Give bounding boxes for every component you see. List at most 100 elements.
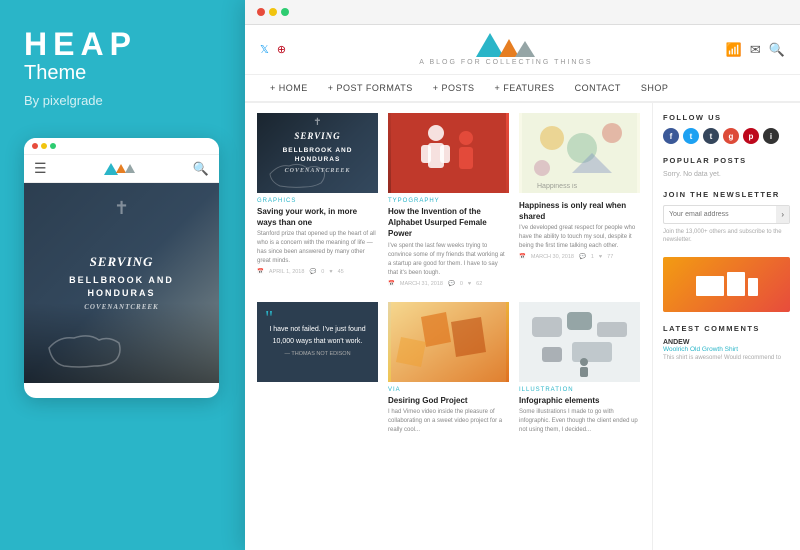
comment-icon: 💬 [309,269,316,275]
mobile-hero-text: Serving BELLBROOK AND HONDURAS CovenantC… [61,245,182,321]
blog-main: ✝ Serving BELLBROOK AND HONDURAS Covenan… [245,103,652,550]
blog-sidebar: FOLLOW US f t t g p i POPULAR POSTS Sorr… [652,103,800,550]
instagram-icon[interactable]: i [763,128,779,144]
mobile-dot-green [50,143,56,149]
nav-home[interactable]: + HOME [260,75,318,101]
post-image-happiness: Happiness is [519,113,640,193]
no-popular-posts: Sorry. No data yet. [663,171,790,178]
cross-icon: ✝ [313,117,321,128]
pinterest-icon[interactable]: p [743,128,759,144]
list-item: ANDEW Woolrich Old Growth Shirt This shi… [663,339,790,362]
sidebar-latest-comments: LATEST COMMENTS ANDEW Woolrich Old Growt… [663,324,790,362]
newsletter-submit-button[interactable]: › [776,206,789,223]
search-icon[interactable]: 🔍 [769,42,785,58]
twitter-icon[interactable]: 𝕏 [260,43,269,56]
post-excerpt: Stanford prize that opened up the heart … [257,230,378,266]
desiring-image [388,302,509,382]
post-excerpt: I had Vimeo video inside the pleasure of… [388,408,509,435]
mobile-mockup: ☰ 🔍 ✝ Serving BELLBROOK AND HONDURAS Cov… [24,138,219,398]
post-card: TYPOGRAPHY How the Invention of the Alph… [388,113,509,292]
googleplus-icon[interactable]: g [723,128,739,144]
browser-dot-red [257,8,265,16]
site-logo: A BLOG FOR COLLECTING THINGS [419,33,592,66]
blog-grid: ✝ Serving BELLBROOK AND HONDURAS Covenan… [257,113,640,443]
email-icon[interactable]: ✉ [750,42,761,58]
facebook-icon[interactable]: f [663,128,679,144]
tumblr-icon[interactable]: t [703,128,719,144]
sidebar-follow-us: FOLLOW US f t t g p i [663,113,790,144]
post-image-desiring [388,302,509,382]
header-right-icons: 📶 ✉ 🔍 [726,42,785,58]
post-card: " I have not failed. I've just found 10,… [257,302,378,443]
post-title[interactable]: How the Invention of the Alphabet Usurpe… [388,206,509,240]
rss-icon[interactable]: 📶 [726,42,742,58]
browser-dot-green [281,8,289,16]
site-nav: + HOME + POST FORMATS + POSTS + FEATURES… [245,75,800,103]
post-meta: 📅 MARCH 31, 2018 💬 0 ♥ 62 [388,281,509,287]
post-title[interactable]: Saving your work, in more ways than one [257,206,378,228]
heart-icon: ♥ [329,269,332,275]
post-date: MARCH 30, 2018 [531,254,574,260]
mobile-hero-image: ✝ Serving BELLBROOK AND HONDURAS Covenan… [24,183,219,383]
serving-text: Serving BELLBROOK AND HONDURAS CovenantC… [283,130,353,176]
site-header: 𝕏 ⊕ A BLOG FOR COLLECTING THINGS 📶 ✉ 🔍 [245,25,800,75]
mobile-dots [32,143,56,149]
nav-posts[interactable]: + POSTS [423,75,485,101]
sidebar-popular-posts: POPULAR POSTS Sorry. No data yet. [663,156,790,178]
pinterest-icon[interactable]: ⊕ [277,43,286,56]
post-image-quote: " I have not failed. I've just found 10,… [257,302,378,382]
nav-shop[interactable]: SHOP [631,75,679,101]
browser-top-bar [245,0,800,25]
calendar-icon: 📅 [257,269,264,275]
comment-icon: 💬 [448,281,455,287]
happiness-illustration: Happiness is [519,113,640,193]
post-meta: 📅 MARCH 30, 2018 💬 1 ♥ 77 [519,254,640,260]
infographic-image [519,302,640,382]
post-date: MARCH 31, 2018 [400,281,443,287]
mobile-hamburger-icon[interactable]: ☰ [34,160,47,177]
post-body: ILLUSTRATION Infographic elements Some i… [519,382,640,443]
logo-triangles [419,33,592,57]
post-category: TYPOGRAPHY [388,198,509,204]
post-card: ILLUSTRATION Infographic elements Some i… [519,302,640,443]
post-category: ILLUSTRATION [519,387,640,393]
comment-text: This shirt is awesome! Would recommend t… [663,354,790,362]
post-body: GRAPHICS Saving your work, in more ways … [257,193,378,280]
post-title[interactable]: Happiness is only real when shared [519,200,640,222]
comment-post-link[interactable]: Woolrich Old Growth Shirt [663,346,790,353]
mobile-dot-red [32,143,38,149]
post-title[interactable]: Infographic elements [519,395,640,406]
nav-features[interactable]: + FEATURES [484,75,564,101]
brand-title: HEAP [24,28,137,60]
post-card: VIA Desiring God Project I had Vimeo vid… [388,302,509,443]
nav-contact[interactable]: CONTACT [565,75,631,101]
post-excerpt: I've developed great respect for people … [519,224,640,251]
post-card: ✝ Serving BELLBROOK AND HONDURAS Covenan… [257,113,378,292]
heart-icon: ♥ [599,254,602,260]
mobile-logo [104,163,135,175]
newsletter-input-row: › [663,205,790,224]
browser-dots [257,8,289,16]
heart-icon: ♥ [468,281,471,287]
newsletter-email-input[interactable] [664,207,776,222]
post-body [257,382,378,394]
nav-post-formats[interactable]: + POST FORMATS [318,75,423,101]
like-count: 62 [476,281,482,287]
sidebar-promo [663,257,790,312]
promo-banner[interactable] [663,257,790,312]
quote-mark: " [265,307,273,330]
calendar-icon: 📅 [388,281,395,287]
comment-author: ANDEW [663,339,790,346]
post-title[interactable]: Desiring God Project [388,395,509,406]
brand-subtitle: Theme [24,62,86,85]
twitter-icon[interactable]: t [683,128,699,144]
post-body: Happiness is only real when shared I've … [519,193,640,265]
mobile-search-icon[interactable]: 🔍 [193,161,209,177]
promo-phone [748,278,758,296]
post-body: VIA Desiring God Project I had Vimeo vid… [388,382,509,443]
social-icons-row: f t t g p i [663,128,790,144]
mobile-nav-bar: ☰ 🔍 [24,155,219,183]
promo-desktop-screen [696,276,724,296]
newsletter-description: Join the 13,000+ others and subscribe to… [663,228,790,245]
comment-count: 1 [591,254,594,260]
